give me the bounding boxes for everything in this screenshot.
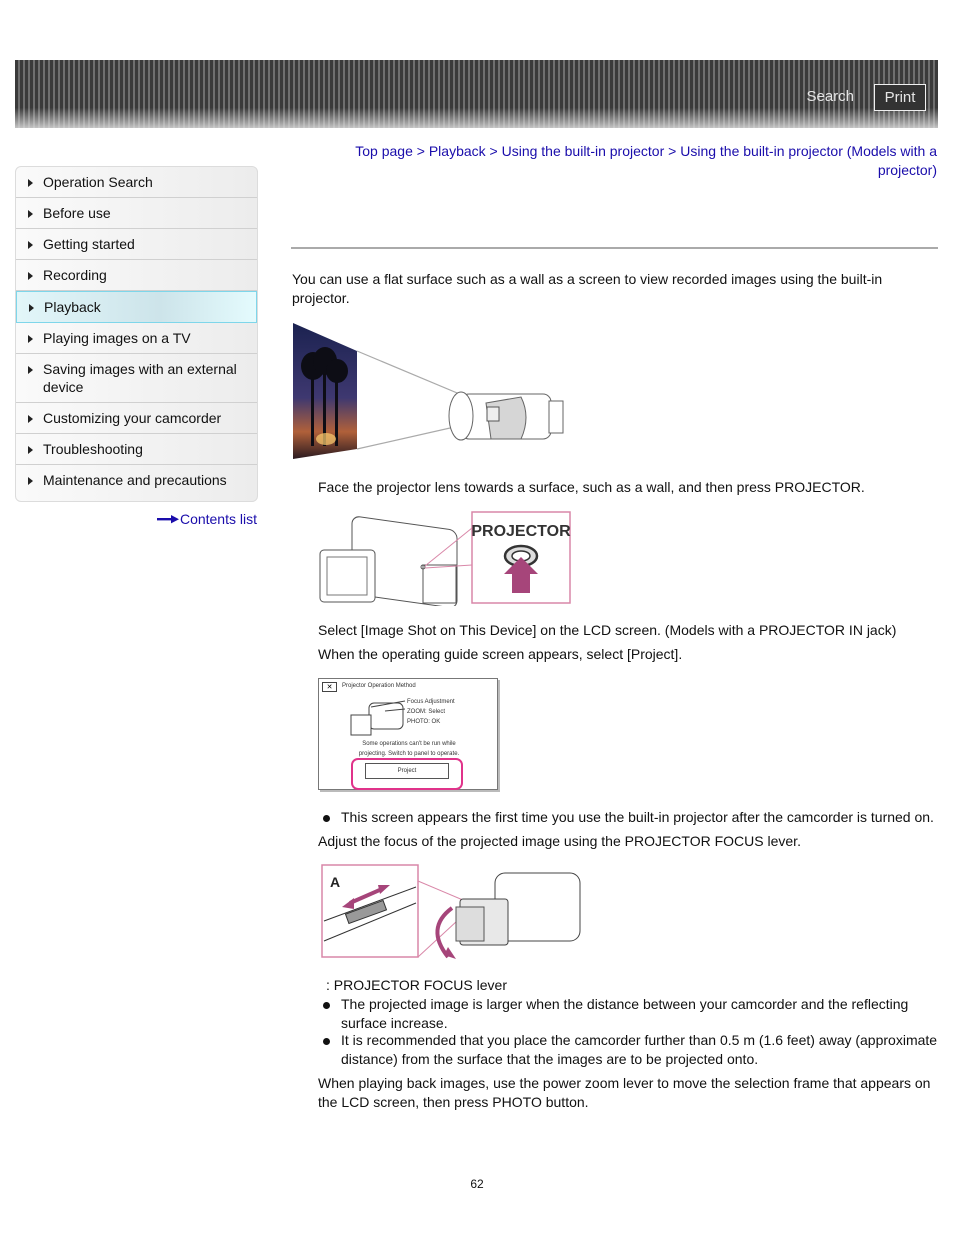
triangle-right-icon xyxy=(28,335,33,343)
projector-dialog-illustration: ✕ Projector Operation Method Focus Adjus… xyxy=(318,678,498,790)
sidebar-item-saving-images[interactable]: Saving images with an external device xyxy=(16,354,257,403)
breadcrumb-separator: > xyxy=(668,143,681,159)
focus-lever-caption: : PROJECTOR FOCUS lever xyxy=(326,977,507,993)
title-divider xyxy=(291,247,938,249)
sidebar-item-label: Before use xyxy=(43,205,111,221)
sidebar-nav: Operation Search Before use Getting star… xyxy=(15,166,258,502)
breadcrumb: Top page > Playback > Using the built-in… xyxy=(340,142,937,180)
sidebar-item-label: Saving images with an external device xyxy=(43,361,237,395)
camcorder-icon xyxy=(350,700,406,736)
dialog-note-1: Some operations can't be run while xyxy=(362,741,456,747)
dialog-line-photo: PHOTO: OK xyxy=(407,719,441,725)
sidebar-item-customizing[interactable]: Customizing your camcorder xyxy=(16,403,257,434)
triangle-right-icon xyxy=(28,415,33,423)
search-link[interactable]: Search xyxy=(806,88,854,105)
breadcrumb-current-page[interactable]: Using the built-in projector (Models wit… xyxy=(680,143,937,178)
bullet-distance: It is recommended that you place the cam… xyxy=(318,1031,943,1069)
top-header-bar: Search Print xyxy=(15,60,938,128)
focus-label-letter: A xyxy=(330,874,340,890)
step3-text: Adjust the focus of the projected image … xyxy=(318,833,801,849)
sidebar-item-playing-images-on-tv[interactable]: Playing images on a TV xyxy=(16,323,257,354)
arrow-right-icon xyxy=(156,515,179,524)
step2-select-text: Select [Image Shot on This Device] on th… xyxy=(318,622,897,638)
sidebar-item-recording[interactable]: Recording xyxy=(16,260,257,291)
triangle-right-icon xyxy=(29,304,34,312)
project-button: Project xyxy=(365,763,449,779)
sidebar-item-label: Maintenance and precautions xyxy=(43,472,227,488)
sidebar-item-playback[interactable]: Playback xyxy=(16,291,257,323)
sidebar-item-label: Playing images on a TV xyxy=(43,330,191,346)
sidebar-item-before-use[interactable]: Before use xyxy=(16,198,257,229)
sidebar-item-troubleshooting[interactable]: Troubleshooting xyxy=(16,434,257,465)
print-button[interactable]: Print xyxy=(874,84,926,111)
projection-illustration xyxy=(293,323,564,459)
close-icon: ✕ xyxy=(322,682,337,692)
projector-button-label: PROJECTOR xyxy=(471,523,571,540)
step1-text: Face the projector lens towards a surfac… xyxy=(318,479,865,495)
bullet-image-size: The projected image is larger when the d… xyxy=(318,995,943,1033)
contents-list-link[interactable]: Contents list xyxy=(156,511,257,527)
breadcrumb-top-page[interactable]: Top page xyxy=(355,143,413,159)
sidebar-item-label: Troubleshooting xyxy=(43,441,143,457)
sidebar-item-label: Recording xyxy=(43,267,107,283)
triangle-right-icon xyxy=(28,446,33,454)
sidebar-item-maintenance[interactable]: Maintenance and precautions xyxy=(16,465,257,501)
triangle-right-icon xyxy=(28,272,33,280)
triangle-right-icon xyxy=(28,477,33,485)
dialog-line-focus: Focus Adjustment xyxy=(407,699,455,705)
note-first-time: This screen appears the first time you u… xyxy=(318,808,943,827)
breadcrumb-using-projector[interactable]: Using the built-in projector xyxy=(502,143,665,159)
sidebar-item-label: Playback xyxy=(44,299,101,315)
dialog-line-zoom: ZOOM: Select xyxy=(407,709,446,715)
page-number: 62 xyxy=(470,1177,484,1191)
triangle-right-icon xyxy=(28,179,33,187)
sidebar-item-label: Customizing your camcorder xyxy=(43,410,222,426)
breadcrumb-playback[interactable]: Playback xyxy=(429,143,486,159)
step2-guide-text: When the operating guide screen appears,… xyxy=(318,646,683,662)
step4-text: When playing back images, use the power … xyxy=(318,1075,931,1110)
sidebar-item-label: Operation Search xyxy=(43,174,153,190)
intro-paragraph: You can use a flat surface such as a wal… xyxy=(292,271,883,306)
focus-lever-illustration: A xyxy=(321,864,581,959)
contents-list-label: Contents list xyxy=(179,511,257,527)
dialog-title: Projector Operation Method xyxy=(342,683,416,689)
breadcrumb-separator: > xyxy=(489,143,502,159)
sidebar-item-operation-search[interactable]: Operation Search xyxy=(16,167,257,198)
triangle-right-icon xyxy=(28,366,33,374)
triangle-right-icon xyxy=(28,210,33,218)
sidebar-item-label: Getting started xyxy=(43,236,135,252)
breadcrumb-separator: > xyxy=(416,143,429,159)
projector-button-illustration: PROJECTOR xyxy=(319,511,571,606)
triangle-right-icon xyxy=(28,241,33,249)
sidebar-item-getting-started[interactable]: Getting started xyxy=(16,229,257,260)
